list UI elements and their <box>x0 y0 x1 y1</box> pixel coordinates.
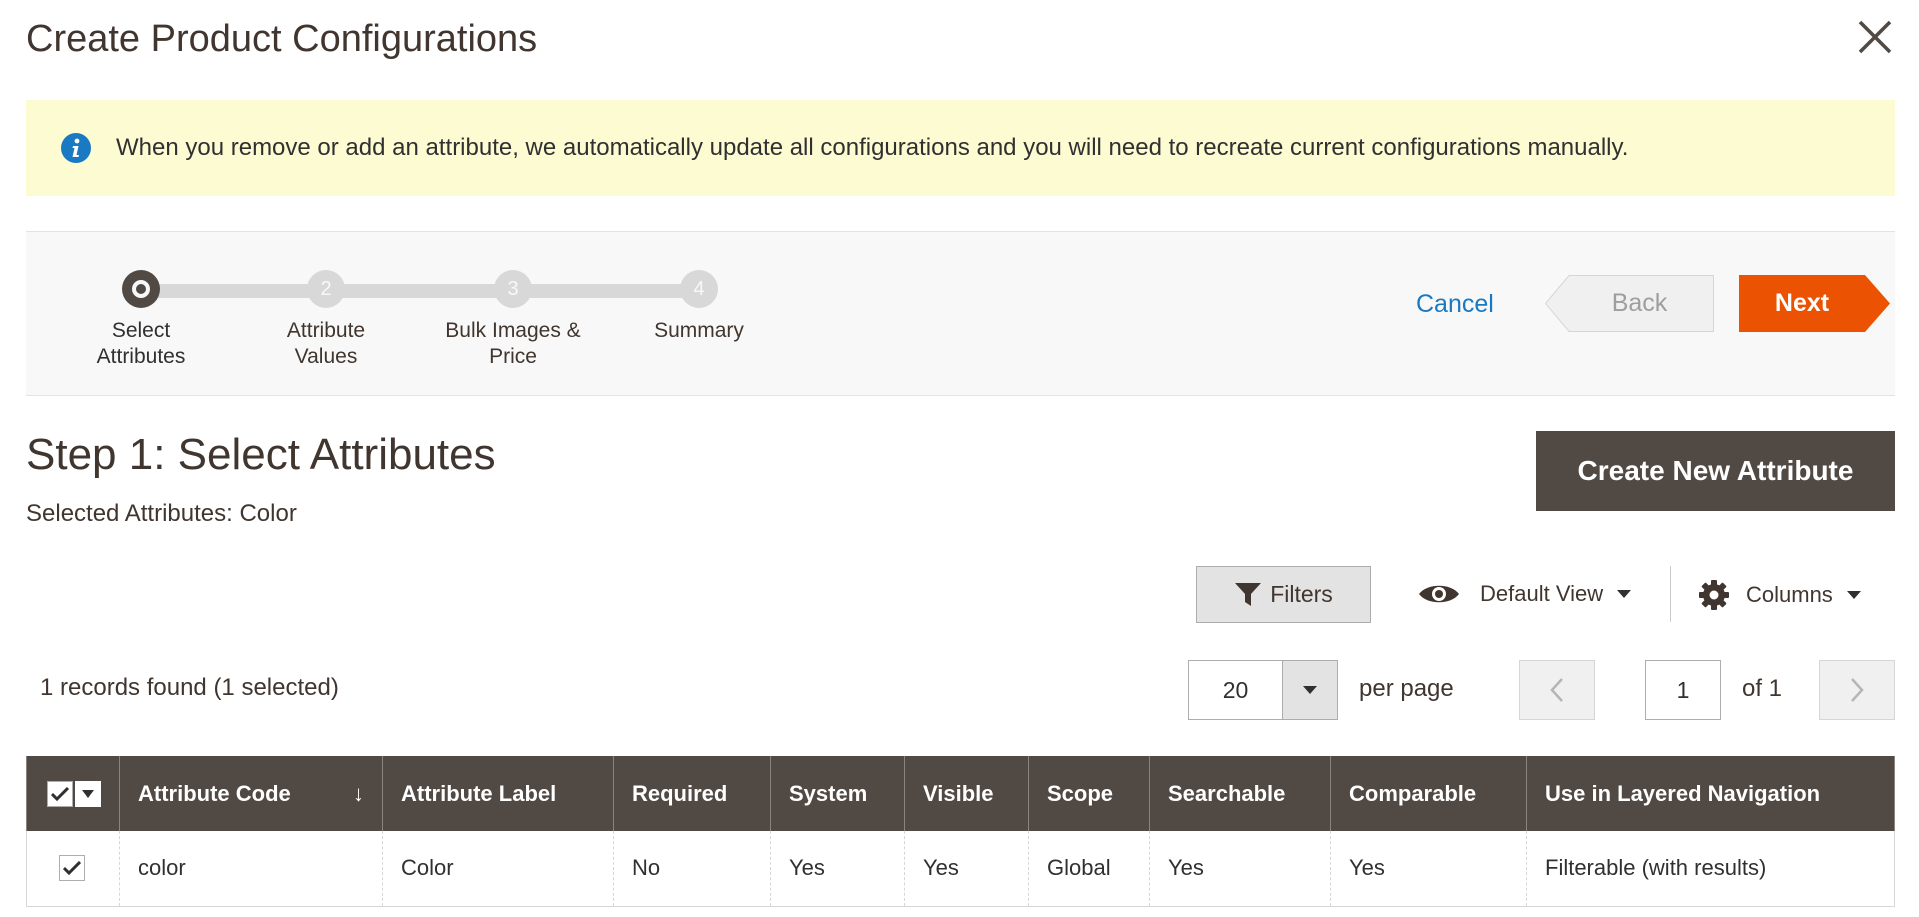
progress-track <box>141 284 709 298</box>
cell-attribute-label: Color <box>382 831 614 907</box>
notice-message: When you remove or add an attribute, we … <box>26 100 1895 196</box>
cell-attribute-code: color <box>119 831 383 907</box>
step-4-indicator: 4 <box>680 270 718 308</box>
previous-page-button[interactable] <box>1519 660 1595 720</box>
next-page-button[interactable] <box>1819 660 1895 720</box>
column-header-attribute-label[interactable]: Attribute Label <box>382 756 614 831</box>
per-page-label: per page <box>1359 675 1454 702</box>
column-header-scope[interactable]: Scope <box>1028 756 1150 831</box>
grid-header-row: Attribute Code ↓ Attribute Label Require… <box>26 756 1895 831</box>
notice-text: When you remove or add an attribute, we … <box>116 134 1629 161</box>
mass-action-dropdown[interactable] <box>75 780 101 807</box>
chevron-down-icon <box>1303 686 1317 694</box>
chevron-right-icon <box>1851 678 1864 702</box>
total-pages-label: of 1 <box>1742 675 1783 702</box>
table-row[interactable]: color Color No Yes Yes Global Yes Yes Fi… <box>26 831 1895 907</box>
back-button-label: Back <box>1611 289 1668 317</box>
step-heading: Step 1: Select Attributes <box>26 430 496 479</box>
cell-system: Yes <box>770 831 905 907</box>
view-switcher[interactable]: Default View <box>1418 576 1632 612</box>
modal-title: Create Product Configurations <box>26 18 538 60</box>
cell-searchable: Yes <box>1149 831 1331 907</box>
current-page-input[interactable]: 1 <box>1645 660 1721 720</box>
sort-descending-icon: ↓ <box>353 780 364 806</box>
cell-scope: Global <box>1028 831 1150 907</box>
next-button-label: Next <box>1774 289 1830 317</box>
step-1-indicator <box>122 270 160 308</box>
row-checkbox[interactable] <box>59 855 85 882</box>
cell-visible: Yes <box>904 831 1029 907</box>
column-header-attribute-code[interactable]: Attribute Code ↓ <box>119 756 383 831</box>
cell-comparable: Yes <box>1330 831 1527 907</box>
view-label: Default View <box>1480 581 1604 606</box>
cell-layered-navigation: Filterable (with results) <box>1526 831 1895 907</box>
records-found: 1 records found (1 selected) <box>40 674 339 701</box>
checkmark-icon <box>51 786 69 801</box>
selected-attributes-text: Selected Attributes: Color <box>26 500 297 527</box>
mass-select-header[interactable] <box>26 756 120 831</box>
info-icon <box>61 133 91 163</box>
per-page-toggle[interactable] <box>1282 660 1338 720</box>
filters-label: Filters <box>1270 581 1333 607</box>
toolbar-divider <box>1670 566 1671 622</box>
column-header-layered-navigation[interactable]: Use in Layered Navigation <box>1526 756 1895 831</box>
columns-label: Columns <box>1746 582 1833 607</box>
filter-icon <box>1235 582 1262 606</box>
checkmark-icon <box>63 861 81 876</box>
column-header-visible[interactable]: Visible <box>904 756 1029 831</box>
step-2-label: Attribute Values <box>286 319 366 368</box>
step-3-label: Bulk Images & Price <box>445 319 581 368</box>
columns-control[interactable]: Columns <box>1698 577 1861 613</box>
column-header-comparable[interactable]: Comparable <box>1330 756 1527 831</box>
chevron-down-icon <box>1617 590 1632 598</box>
eye-icon <box>1419 585 1459 603</box>
filters-button[interactable]: Filters <box>1196 566 1371 623</box>
create-new-attribute-button[interactable]: Create New Attribute <box>1536 431 1895 511</box>
close-icon <box>1858 20 1892 54</box>
row-select-cell[interactable] <box>26 831 120 907</box>
step-4-label: Summary <box>654 319 744 342</box>
per-page-value[interactable]: 20 <box>1188 660 1283 720</box>
next-button[interactable]: Next <box>1739 275 1890 332</box>
column-header-searchable[interactable]: Searchable <box>1149 756 1331 831</box>
cell-required: No <box>613 831 771 907</box>
step-2-indicator: 2 <box>307 270 345 308</box>
back-button[interactable]: Back <box>1545 275 1714 332</box>
cancel-button[interactable]: Cancel <box>1416 290 1494 319</box>
chevron-left-icon <box>1550 678 1563 702</box>
wizard-progress: 2 3 4 Select Attributes Attribute Values… <box>26 231 1895 396</box>
step-3-indicator: 3 <box>494 270 532 308</box>
gear-icon <box>1699 580 1729 610</box>
step-1-label: Select Attributes <box>96 319 186 368</box>
chevron-down-icon <box>1846 591 1861 599</box>
column-header-required[interactable]: Required <box>613 756 771 831</box>
attributes-grid: Attribute Code ↓ Attribute Label Require… <box>26 756 1895 907</box>
select-all-checkbox[interactable] <box>47 780 73 807</box>
close-button[interactable] <box>1850 14 1898 62</box>
column-header-system[interactable]: System <box>770 756 905 831</box>
chevron-down-icon <box>82 789 94 798</box>
